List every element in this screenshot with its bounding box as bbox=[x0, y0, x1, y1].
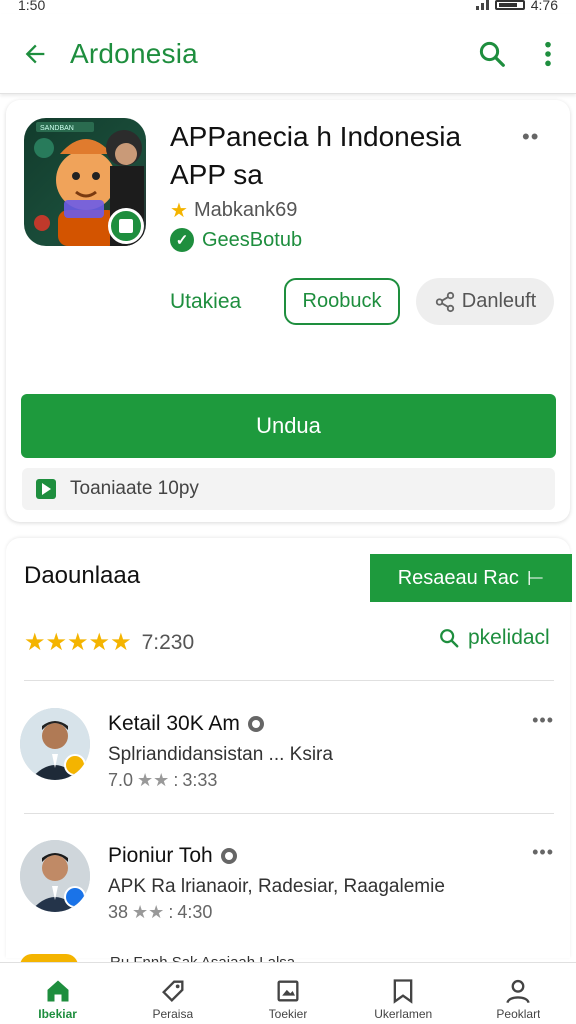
reviewer-name-text: Pioniur Toh bbox=[108, 844, 213, 867]
install-button[interactable]: Undua bbox=[21, 394, 556, 458]
review-time: 3:33 bbox=[182, 770, 218, 790]
share-icon bbox=[435, 291, 454, 312]
nav-item-profile[interactable]: Peoklart bbox=[461, 963, 576, 1024]
nav-label: Ibekiar bbox=[38, 1007, 77, 1021]
divider bbox=[24, 680, 554, 681]
rating-text: Mabkank69 bbox=[193, 199, 298, 221]
more-vert-icon bbox=[545, 41, 551, 66]
status-bar: 1:50 4:76 bbox=[0, 0, 576, 14]
share-button-label: Danleuft bbox=[461, 290, 537, 312]
app-rating: ★ Mabkank69 bbox=[170, 198, 297, 223]
bottom-navigation: Ibekiar Peraisa Toekier Ukerlamen Peokla… bbox=[0, 962, 576, 1024]
reviewer-name: Ketail 30K Am bbox=[108, 712, 264, 736]
bookmark-icon bbox=[393, 979, 413, 1004]
arrow-left-icon bbox=[25, 44, 45, 63]
app-name: APPanecia h Indonesia APP sa bbox=[170, 118, 510, 194]
section-title: Daounlaaa bbox=[24, 562, 141, 589]
status-time: 1:50 bbox=[18, 0, 46, 13]
back-button[interactable] bbox=[0, 14, 70, 94]
avatar[interactable] bbox=[20, 840, 90, 912]
nav-item-saved[interactable]: Ukerlamen bbox=[346, 963, 461, 1024]
info-bar-text: Toaniaate 10py bbox=[70, 478, 199, 499]
review-text: APK Ra lrianaoir, Radesiar, Raagalemie bbox=[108, 876, 445, 897]
star-icon: ★★ bbox=[132, 902, 165, 922]
app-bar: Ardonesia bbox=[0, 14, 576, 94]
check-circle-icon: ✓ bbox=[170, 228, 194, 252]
nav-label: Peraisa bbox=[152, 1007, 194, 1021]
outline-action-button[interactable]: Roobuck bbox=[284, 278, 400, 325]
review-more-icon[interactable]: ••• bbox=[532, 842, 554, 863]
page-title: Ardonesia bbox=[70, 37, 198, 69]
review-rating: 7.0 bbox=[108, 770, 134, 790]
reviewer-name-text: Ketail 30K Am bbox=[108, 712, 240, 735]
search-button[interactable] bbox=[464, 14, 520, 94]
see-all-link[interactable]: pkelidacl bbox=[438, 626, 550, 650]
app-icon: SANDBAN bbox=[24, 118, 146, 246]
app-detail-card: SANDBAN APPanecia h Indonesia APP sa •• … bbox=[6, 100, 570, 522]
app-badge-icon bbox=[108, 208, 144, 244]
badge-icon bbox=[64, 886, 86, 908]
app-icon-label: SANDBAN bbox=[40, 125, 74, 132]
app-name-line2: APP sa bbox=[170, 159, 263, 190]
status-clock: 4:76 bbox=[530, 0, 558, 13]
star-icon: ★ bbox=[170, 200, 188, 222]
search-icon bbox=[440, 629, 459, 648]
nav-label: Peoklart bbox=[496, 1007, 541, 1021]
person-icon bbox=[506, 979, 531, 1004]
review-rating: 38 bbox=[108, 902, 129, 922]
nav-item-home[interactable]: Ibekiar bbox=[0, 963, 115, 1024]
review-more-icon[interactable]: ••• bbox=[532, 710, 554, 731]
app-name-line1: APPanecia h Indonesia bbox=[170, 121, 462, 152]
arrow-icon: ⊢ bbox=[526, 567, 545, 590]
nav-item-media[interactable]: Toekier bbox=[230, 963, 345, 1024]
badge-icon bbox=[64, 754, 86, 776]
image-icon bbox=[277, 980, 299, 1002]
review-item[interactable]: Ketail 30K Am Splriandidansistan ... Ksi… bbox=[20, 708, 560, 808]
battery-icon bbox=[494, 0, 525, 10]
tag-icon bbox=[161, 980, 184, 1002]
review-time: 4:30 bbox=[177, 902, 213, 922]
verified-badge: ✓ GeesBotub bbox=[170, 228, 302, 252]
overflow-menu-button[interactable] bbox=[520, 14, 576, 94]
write-review-button[interactable]: Resaeau Rac ⊢ bbox=[370, 554, 572, 602]
developer-link[interactable]: Utakiea bbox=[170, 290, 241, 314]
verified-icon bbox=[247, 716, 264, 732]
see-all-label: pkelidacl bbox=[468, 626, 550, 649]
verified-icon bbox=[220, 848, 237, 864]
star-icon: ★★ bbox=[137, 770, 170, 790]
reviewer-name: Pioniur Toh bbox=[108, 844, 237, 868]
review-text: Splriandidansistan ... Ksira bbox=[108, 744, 333, 765]
overall-rating: ★★★★★ 7:230 bbox=[24, 628, 194, 657]
signal-icon bbox=[475, 0, 489, 10]
share-button[interactable]: Danleuft bbox=[416, 278, 554, 325]
more-options-icon[interactable]: •• bbox=[522, 124, 539, 150]
play-icon bbox=[36, 479, 56, 499]
avatar[interactable] bbox=[20, 708, 90, 780]
reviews-section: Daounlaaa Resaeau Rac ⊢ ★★★★★ 7:230 pkel… bbox=[6, 538, 572, 958]
review-item[interactable]: Pioniur Toh APK Ra lrianaoir, Radesiar, … bbox=[20, 840, 560, 940]
divider bbox=[24, 813, 554, 814]
review-meta: 7.0 ★★: 3:33 bbox=[108, 770, 218, 790]
home-icon bbox=[47, 980, 69, 1002]
verified-text: GeesBotub bbox=[202, 228, 303, 251]
nav-label: Ukerlamen bbox=[374, 1007, 433, 1021]
rating-count: 7:230 bbox=[141, 630, 195, 654]
search-icon bbox=[479, 41, 505, 67]
review-meta: 38 ★★: 4:30 bbox=[108, 902, 213, 922]
nav-item-tags[interactable]: Peraisa bbox=[115, 963, 230, 1024]
nav-label: Toekier bbox=[268, 1007, 308, 1021]
info-bar[interactable]: Toaniaate 10py bbox=[22, 468, 555, 510]
write-review-label: Resaeau Rac bbox=[397, 566, 519, 589]
rating-stars: ★★★★★ bbox=[24, 629, 132, 656]
status-icons: 4:76 bbox=[475, 0, 558, 13]
